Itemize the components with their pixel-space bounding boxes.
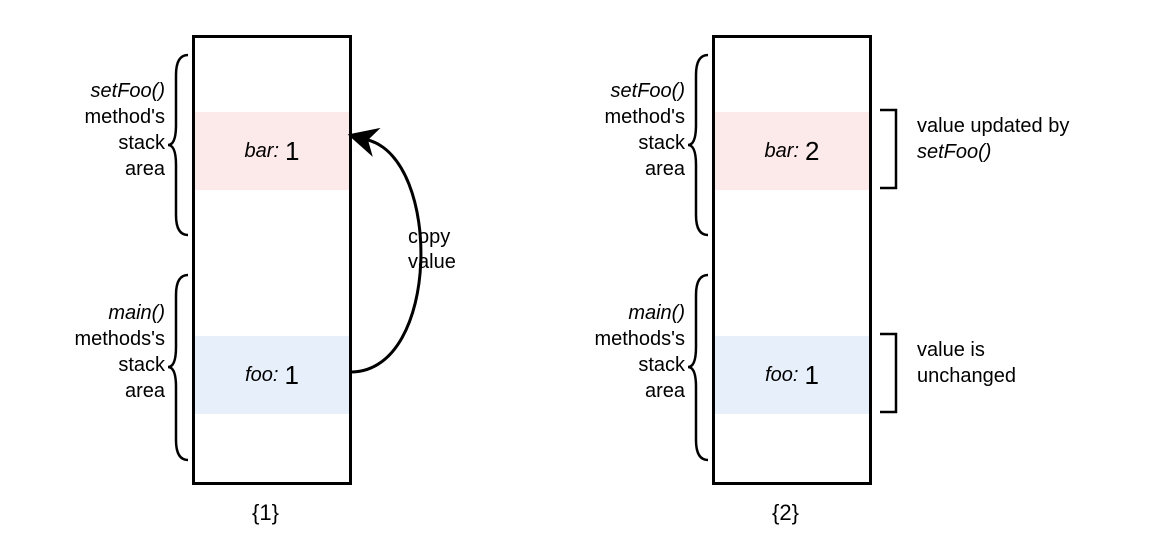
label-main-1: main() methods's stack area [45, 300, 165, 404]
diagram-canvas: bar: 1 foo: 1 setFoo() method's stack ar… [0, 0, 1152, 554]
label-main-2-l2: methods's [594, 328, 685, 350]
caption-1: {1} [252, 500, 279, 526]
note-top-part1: value updated by [917, 115, 1069, 137]
var-bar-1: bar: [245, 140, 279, 163]
cell-foo-2: foo: 1 [715, 336, 869, 414]
copy-l1: copy [408, 226, 450, 248]
var-bar-2: bar: [765, 140, 799, 163]
label-main-1-l2: methods's [74, 328, 165, 350]
note-bot-l1: value is [917, 339, 985, 361]
label-setfoo-1: setFoo() method's stack area [45, 78, 165, 182]
val-foo-1: 1 [284, 360, 298, 391]
val-foo-2: 1 [804, 360, 818, 391]
label-setfoo-2-l2: method's [604, 106, 685, 128]
note-bot-l2: unchanged [917, 365, 1016, 387]
cell-bar-1: bar: 1 [195, 112, 349, 190]
var-foo-2: foo: [765, 364, 798, 387]
brace-icon [688, 55, 708, 235]
bracket-icon [880, 110, 896, 188]
stack-box-2: bar: 2 foo: 1 [712, 35, 872, 485]
brace-icon [168, 275, 188, 460]
stack-box-1: bar: 1 foo: 1 [192, 35, 352, 485]
label-setfoo-1-method: setFoo() [91, 80, 165, 102]
label-setfoo-2: setFoo() method's stack area [565, 78, 685, 182]
val-bar-1: 1 [285, 136, 299, 167]
label-main-2-method: main() [628, 302, 685, 324]
label-setfoo-1-l3: stack [118, 132, 165, 154]
caption-2: {2} [772, 500, 799, 526]
label-main-2-l3: stack [638, 354, 685, 376]
note-top-method: setFoo() [917, 141, 991, 163]
label-setfoo-2-l4: area [645, 158, 685, 180]
cell-foo-1: foo: 1 [195, 336, 349, 414]
label-main-2: main() methods's stack area [565, 300, 685, 404]
cell-bar-2: bar: 2 [715, 112, 869, 190]
val-bar-2: 2 [805, 136, 819, 167]
label-setfoo-2-method: setFoo() [611, 80, 685, 102]
brace-icon [168, 55, 188, 235]
brace-icon [688, 275, 708, 460]
label-main-1-method: main() [108, 302, 165, 324]
label-setfoo-1-l4: area [125, 158, 165, 180]
label-setfoo-1-l2: method's [84, 106, 165, 128]
copy-l2: value [408, 251, 456, 273]
copy-value-label: copy value [408, 225, 456, 275]
label-main-1-l4: area [125, 380, 165, 402]
label-main-1-l3: stack [118, 354, 165, 376]
note-bot: value is unchanged [917, 337, 1147, 389]
label-main-2-l4: area [645, 380, 685, 402]
note-top: value updated by setFoo() [917, 113, 1147, 165]
var-foo-1: foo: [245, 364, 278, 387]
bracket-icon [880, 334, 896, 412]
label-setfoo-2-l3: stack [638, 132, 685, 154]
